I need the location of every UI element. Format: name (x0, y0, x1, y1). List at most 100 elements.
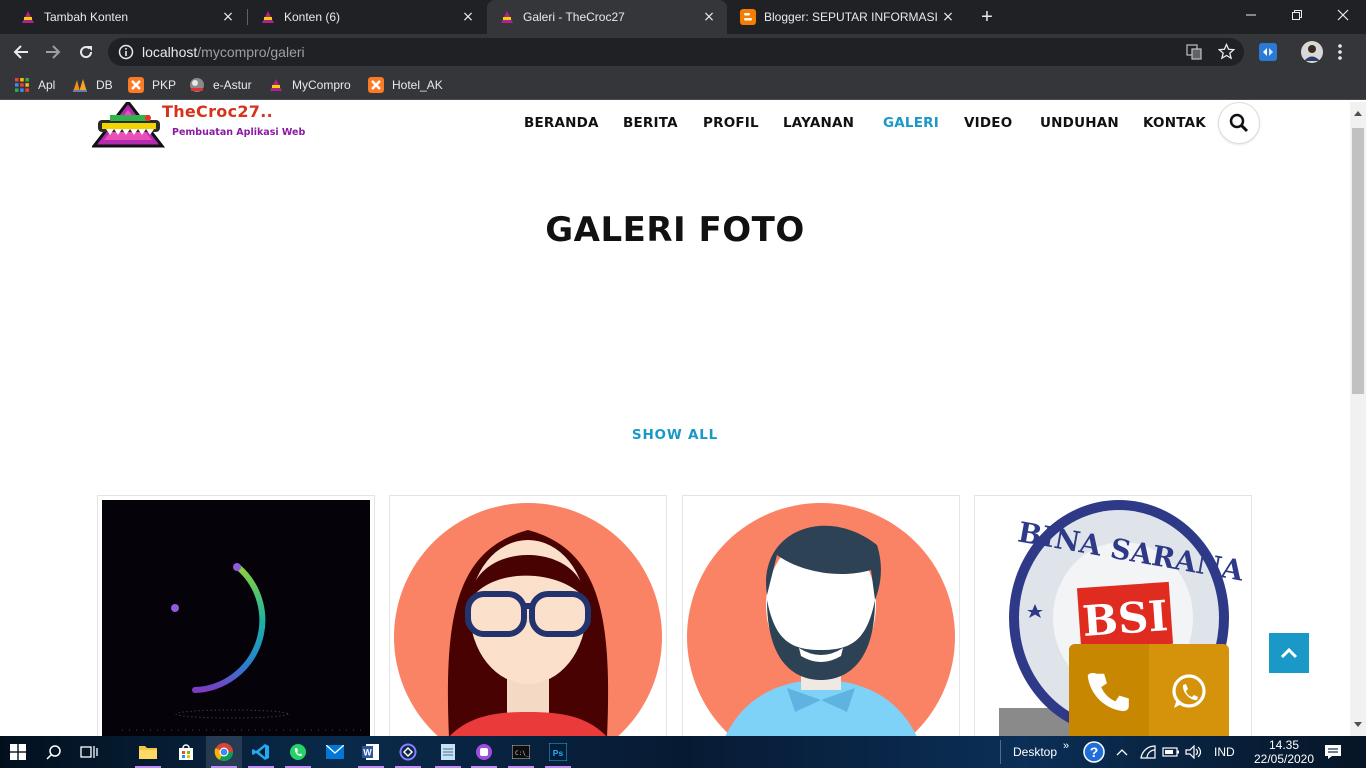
bookmark-apps[interactable]: Apl (14, 76, 55, 94)
restore-icon (1292, 10, 1302, 20)
gallery-item[interactable] (389, 495, 667, 736)
tab-blogger[interactable]: Blogger: SEPUTAR INFORMASI DAN × (728, 0, 966, 34)
volume-icon[interactable] (1185, 736, 1203, 768)
arrow-left-icon (13, 45, 28, 59)
site-favicon-icon (499, 9, 515, 25)
filter-show-all[interactable]: SHOW ALL (0, 427, 1350, 443)
chevron-double-right-icon[interactable]: » (1063, 730, 1069, 762)
search-button[interactable] (1218, 102, 1260, 144)
gallery-item[interactable] (682, 495, 960, 736)
nav-galeri[interactable]: GALERI (883, 115, 939, 131)
bookmark-label: MyCompro (292, 78, 351, 92)
chrome-icon (214, 743, 233, 762)
nav-profil[interactable]: PROFIL (703, 115, 759, 131)
tab-close-icon[interactable]: × (460, 9, 476, 25)
nav-berita[interactable]: BERITA (623, 115, 678, 131)
translate-icon[interactable] (1186, 44, 1202, 64)
bookmark-e-astur[interactable]: e-Astur (189, 76, 252, 94)
network-app[interactable] (390, 736, 426, 768)
action-center-icon[interactable] (1324, 736, 1342, 768)
battery-icon[interactable] (1162, 736, 1180, 768)
scroll-up-arrow-icon[interactable] (1350, 106, 1366, 122)
nav-kontak[interactable]: KONTAK (1143, 115, 1206, 131)
profile-avatar[interactable] (1301, 41, 1323, 67)
reload-button[interactable] (71, 34, 101, 70)
wifi-icon[interactable] (1140, 736, 1156, 768)
chevron-up-icon[interactable] (1116, 736, 1128, 768)
folder-icon (139, 746, 157, 759)
start-button[interactable] (0, 736, 36, 768)
menu-kebab-icon[interactable] (1337, 43, 1343, 65)
file-explorer-app[interactable] (130, 736, 166, 768)
close-icon (1337, 9, 1349, 21)
tab-close-icon[interactable]: × (701, 9, 717, 25)
tab-tambah-konten[interactable]: Tambah Konten × (8, 0, 246, 34)
windows-logo-icon (10, 744, 26, 760)
notepad-app[interactable] (430, 736, 466, 768)
tab-label: Konten (6) (284, 10, 341, 24)
shopping-bag-icon (179, 744, 193, 760)
xampp-icon (128, 77, 144, 93)
whatsapp-app[interactable] (280, 736, 316, 768)
store-app[interactable] (168, 736, 204, 768)
tab-close-icon[interactable]: × (220, 9, 236, 25)
close-window-button[interactable] (1320, 0, 1366, 30)
bookmark-db[interactable]: DB (72, 76, 113, 94)
forward-button[interactable] (38, 34, 68, 70)
mail-app[interactable] (317, 736, 353, 768)
apps-grid-icon (14, 77, 30, 93)
task-view-button[interactable] (71, 736, 107, 768)
minimize-button[interactable] (1228, 0, 1274, 30)
terminal-app[interactable]: C:\_ (503, 736, 539, 768)
restore-button[interactable] (1274, 0, 1320, 30)
url-text[interactable]: localhost/mycompro/galeri (142, 44, 305, 60)
page-scrollbar[interactable] (1350, 102, 1366, 736)
vscode-app[interactable] (243, 736, 279, 768)
tab-label: Blogger: SEPUTAR INFORMASI DAN (764, 10, 940, 24)
clock[interactable]: 14.35 22/05/2020 (1248, 736, 1320, 768)
new-tab-button[interactable]: + (975, 5, 999, 29)
tab-close-icon[interactable]: × (940, 9, 956, 25)
photoshop-app[interactable]: Ps (540, 736, 576, 768)
nav-video[interactable]: VIDEO (964, 115, 1012, 131)
site-logo[interactable]: TheCroc27.. Pembuatan Aplikasi Web (92, 102, 337, 150)
site-favicon-icon (260, 9, 276, 25)
gallery-item[interactable] (97, 495, 375, 736)
back-to-top-button[interactable] (1269, 633, 1309, 673)
desktop-toolbar-label[interactable]: Desktop (1013, 736, 1057, 768)
tab-galeri[interactable]: Galeri - TheCroc27 × (487, 0, 727, 34)
logo-tagline: Pembuatan Aplikasi Web (172, 127, 306, 138)
address-bar[interactable]: localhost/mycompro/galeri (108, 38, 1244, 66)
bookmark-pkp[interactable]: PKP (128, 76, 176, 94)
bookmark-mycompro[interactable]: MyCompro (268, 76, 351, 94)
back-button[interactable] (6, 34, 36, 70)
bookmark-label: e-Astur (213, 78, 252, 92)
bookmark-star-icon[interactable] (1217, 42, 1236, 64)
nav-beranda[interactable]: BERANDA (524, 115, 599, 131)
scrollbar-thumb[interactable] (1352, 128, 1364, 394)
info-icon[interactable] (118, 44, 134, 64)
bookmark-hotel-ak[interactable]: Hotel_AK (368, 76, 443, 94)
input-language[interactable]: IND (1214, 736, 1235, 768)
search-icon (46, 745, 61, 760)
whatsapp-button[interactable] (1149, 644, 1229, 736)
nav-layanan[interactable]: LAYANAN (783, 115, 854, 131)
tab-konten[interactable]: Konten (6) × (248, 0, 486, 34)
tab-label: Tambah Konten (44, 10, 129, 24)
media-app[interactable] (466, 736, 502, 768)
page-title: GALERI FOTO (545, 210, 805, 250)
nav-unduhan[interactable]: UNDUHAN (1040, 115, 1119, 131)
scroll-down-arrow-icon[interactable] (1350, 716, 1366, 732)
help-icon[interactable]: ? (1083, 736, 1105, 768)
search-taskbar-button[interactable] (36, 736, 72, 768)
phone-call-button[interactable] (1069, 644, 1149, 736)
task-view-icon (80, 746, 98, 758)
browser-toolbar: localhost/mycompro/galeri (0, 34, 1366, 70)
clock-time: 14.35 (1268, 738, 1300, 752)
phone-icon (1087, 672, 1129, 711)
extension-icon[interactable] (1259, 43, 1277, 65)
chrome-app[interactable] (206, 736, 242, 768)
word-app[interactable]: W (353, 736, 389, 768)
logo-name: TheCroc27.. (162, 102, 273, 121)
photoshop-icon: Ps (549, 743, 567, 761)
